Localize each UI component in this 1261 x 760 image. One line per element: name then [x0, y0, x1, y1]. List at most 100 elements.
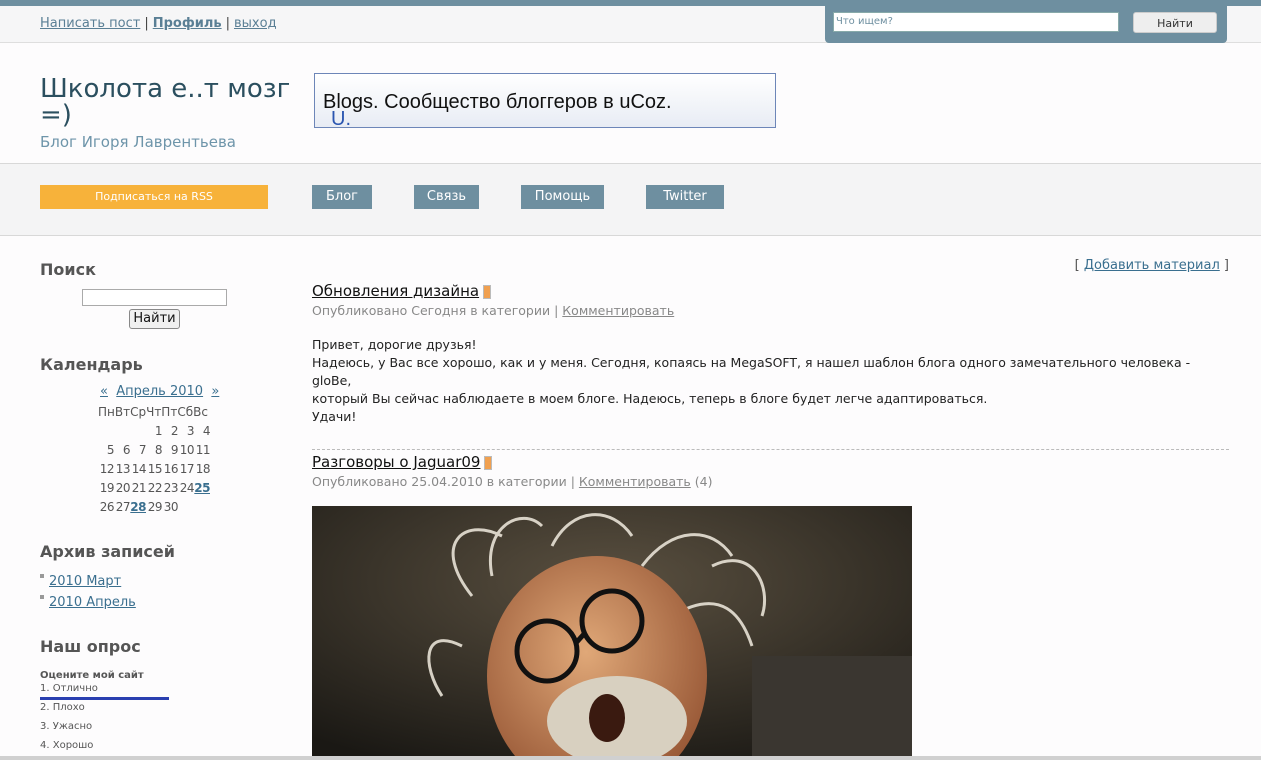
poll-result-bar [40, 697, 169, 700]
calendar-day: 15 [147, 462, 163, 476]
post-body: Привет, дорогие друзья! Надеюсь, у Вас в… [312, 336, 1229, 426]
calendar-day: 10 [179, 443, 195, 457]
post-title-text: Обновления дизайна [312, 282, 480, 300]
sidebar-search-input[interactable] [82, 289, 227, 306]
rss-icon [484, 455, 493, 470]
sidebar-search-button[interactable]: Найти [129, 309, 180, 329]
calendar-day: 21 [131, 481, 147, 495]
rss-icon [483, 284, 492, 299]
calendar-week: 1234 [98, 424, 211, 442]
top-search-button[interactable]: Найти [1133, 12, 1217, 33]
post-image-illustration [312, 506, 912, 758]
calendar-week: 19 20 21 22 23 2425 [98, 481, 211, 499]
calendar-day: 23 [163, 481, 179, 495]
bullet-icon [40, 595, 44, 599]
calendar-day: 14 [131, 462, 147, 476]
post-line: Надеюсь, у Вас все хорошо, как и у меня.… [312, 354, 1229, 390]
post-title[interactable]: Обновления дизайна [312, 282, 492, 300]
calendar-week: 26 2728 29 30 [98, 500, 210, 518]
poll-option[interactable]: 4. Хорошо [40, 740, 93, 751]
calendar-month[interactable]: Апрель 2010 [116, 384, 203, 399]
calendar-day: 7 [138, 443, 147, 457]
top-search-input[interactable]: Что ищем? [833, 12, 1119, 32]
nav-contact[interactable]: Связь [414, 185, 479, 209]
add-material: [ Добавить материал ] [1074, 258, 1229, 273]
post-meta: Опубликовано 25.04.2010 в категории | Ко… [312, 474, 713, 489]
calendar-day: 20 [115, 481, 131, 495]
nav-twitter[interactable]: Twitter [646, 185, 724, 209]
post-meta: Опубликовано Сегодня в категории | Комме… [312, 303, 675, 318]
post-line: который Вы сейчас наблюдаете в моем блог… [312, 391, 988, 406]
poll-option[interactable]: 3. Ужасно [40, 721, 92, 732]
calendar-weekdays: ПнВтСрЧтПтСбВс [98, 405, 208, 419]
post-line-text: Надеюсь, у Вас все хорошо, как и у меня.… [312, 355, 1191, 388]
calendar-day: 16 [163, 462, 179, 476]
calendar-day: 29 [147, 500, 163, 514]
calendar-day: 6 [122, 443, 131, 457]
new-post-link[interactable]: Написать пост [40, 16, 140, 31]
post-divider [312, 449, 1229, 450]
post-title-text: Разговоры о Jaguar09 [312, 453, 481, 471]
banner-label: Blogs. Сообщество блоггеров в uCoz. [323, 91, 672, 113]
calendar-day: 4 [202, 424, 211, 438]
archive-link[interactable]: 2010 Март [49, 574, 121, 589]
logout-link[interactable]: выход [234, 16, 277, 31]
comment-link[interactable]: Комментировать [562, 303, 674, 318]
separator: | [225, 16, 230, 31]
post-meta-text: Опубликовано 25.04.2010 в категории [312, 474, 567, 489]
calendar-day: 17 [179, 462, 195, 476]
calendar-week: 12 13 14 15 16 17 18 [98, 462, 211, 480]
calendar-day: 18 [195, 462, 211, 476]
add-material-link[interactable]: Добавить материал [1084, 258, 1220, 273]
rss-subscribe-button[interactable]: Подписаться на RSS [40, 185, 268, 209]
nav-blog[interactable]: Блог [312, 185, 372, 209]
calendar-next[interactable]: » [211, 384, 219, 399]
comment-link[interactable]: Комментировать [579, 474, 691, 489]
archive-link[interactable]: 2010 Апрель [49, 595, 136, 610]
calendar-day: 13 [115, 462, 131, 476]
banner-u: U. [331, 108, 351, 130]
calendar-day: 26 [99, 500, 115, 514]
calendar-day[interactable]: 25 [194, 481, 210, 495]
nav-band: Подписаться на RSS Блог Связь Помощь Twi… [0, 164, 1261, 236]
post-line: Удачи! [312, 409, 357, 424]
post-line: Привет, дорогие друзья! [312, 337, 477, 352]
top-search-box: Что ищем? Найти [825, 6, 1227, 43]
calendar-day: 24 [179, 481, 195, 495]
calendar-day[interactable]: 28 [130, 500, 146, 514]
nav-help[interactable]: Помощь [521, 185, 604, 209]
calendar-day: 30 [163, 500, 179, 514]
calendar-day: 27 [115, 500, 131, 514]
poll-heading: Наш опрос [40, 637, 141, 656]
site-subtitle: Блог Игоря Лаврентьева [40, 133, 237, 151]
calendar-day: 11 [195, 443, 211, 457]
post-image [312, 506, 912, 758]
calendar-day: 3 [186, 424, 195, 438]
calendar-day: 9 [170, 443, 179, 457]
post-meta-text: Опубликовано Сегодня в категории [312, 303, 551, 318]
comment-count: (4) [694, 474, 713, 489]
site-title[interactable]: Школота е..т мозг =) [40, 76, 310, 128]
poll-question: Оцените мой сайт [40, 670, 144, 681]
calendar-day: 22 [147, 481, 163, 495]
post-title[interactable]: Разговоры о Jaguar09 [312, 453, 493, 471]
poll-option[interactable]: 2. Плохо [40, 702, 85, 713]
calendar-day: 19 [99, 481, 115, 495]
calendar-day: 5 [106, 443, 115, 457]
calendar-prev[interactable]: « [100, 384, 108, 399]
bullet-icon [40, 574, 44, 578]
calendar-header: « Апрель 2010 » [100, 384, 219, 399]
calendar-day: 12 [99, 462, 115, 476]
calendar-day: 1 [154, 424, 163, 438]
separator: | [144, 16, 149, 31]
bottom-border [0, 756, 1261, 760]
ublogs-banner[interactable]: U. Blogs. Сообщество блоггеров в uCoz. [314, 73, 776, 130]
archive-heading: Архив записей [40, 542, 175, 561]
calendar-heading: Календарь [40, 355, 143, 374]
site-header: Школота е..т мозг =) Блог Игоря Лавренть… [0, 43, 1261, 164]
profile-link[interactable]: Профиль [153, 16, 222, 31]
calendar-day: 2 [170, 424, 179, 438]
calendar-day: 8 [154, 443, 163, 457]
user-links: Написать пост | Профиль | выход [40, 16, 277, 31]
poll-option[interactable]: 1. Отлично [40, 683, 98, 694]
